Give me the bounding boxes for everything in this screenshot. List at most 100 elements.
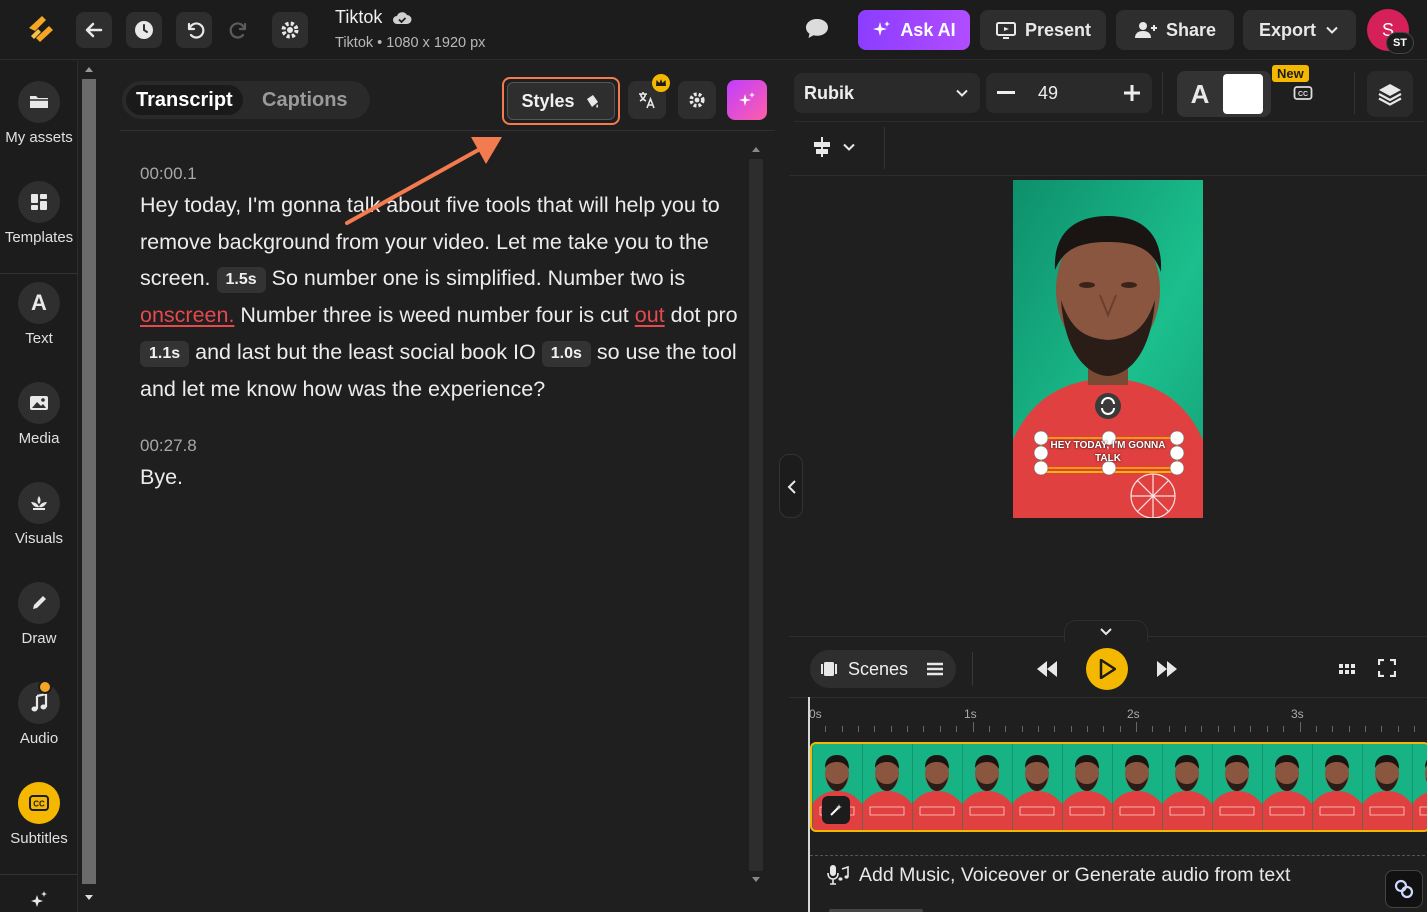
ruler-tick	[1201, 726, 1203, 732]
caption-line: TALK	[1095, 453, 1121, 464]
play-button[interactable]	[1086, 648, 1128, 690]
redo-button[interactable]	[222, 12, 258, 48]
export-button[interactable]: Export	[1243, 10, 1356, 50]
sidebar-item-audio[interactable]: Audio	[0, 662, 78, 762]
font-size-stepper[interactable]: 49	[986, 73, 1152, 113]
pause-badge[interactable]: 1.5s	[216, 267, 266, 294]
layers-button[interactable]	[1367, 71, 1413, 117]
sidebar-item-draw[interactable]: Draw	[0, 562, 78, 662]
time-ruler[interactable]: 0s 1s 2s 3s	[807, 697, 1427, 737]
chevron-down-icon	[1324, 22, 1340, 38]
collapse-panel-button[interactable]	[779, 454, 803, 518]
increase-size-button[interactable]	[1112, 84, 1152, 102]
ruler-tick	[1283, 726, 1285, 732]
sidebar-item-subtitles[interactable]: CC Subtitles	[0, 762, 78, 862]
sidebar-item-text[interactable]: A Text	[0, 262, 78, 362]
app-logo[interactable]	[26, 14, 56, 46]
transcript-scrollbar[interactable]	[746, 141, 766, 891]
microphone-music-icon	[827, 863, 849, 887]
sparkle-icon[interactable]	[28, 889, 50, 911]
grid-view-button[interactable]	[1338, 661, 1356, 677]
present-button[interactable]: Present	[980, 10, 1106, 50]
scrollbar-thumb[interactable]	[749, 159, 763, 871]
add-audio-track[interactable]: Add Music, Voiceover or Generate audio f…	[827, 863, 1290, 887]
transcript-text[interactable]: So number one is simplified. Number two …	[272, 266, 685, 290]
caption-style-button[interactable]: CC	[1293, 85, 1313, 101]
video-track[interactable]	[810, 742, 1427, 832]
video-preview[interactable]: HEY TODAY, I'M GONNA TALK	[1013, 180, 1203, 518]
transcript-text[interactable]: dot pro	[671, 303, 738, 327]
tab-captions[interactable]: Captions	[262, 85, 348, 115]
decrease-size-button[interactable]	[986, 91, 1026, 95]
project-title[interactable]: Tiktok	[335, 7, 382, 28]
ruler-tick	[907, 726, 909, 732]
redo-icon	[229, 19, 251, 41]
ask-ai-button[interactable]: Ask AI	[858, 10, 970, 50]
scroll-up-icon[interactable]	[751, 145, 761, 153]
pause-badge[interactable]: 1.0s	[541, 340, 591, 367]
present-icon	[995, 20, 1017, 40]
clip-effects-button[interactable]	[822, 796, 850, 824]
scroll-down-icon[interactable]	[751, 876, 761, 884]
scroll-down-icon[interactable]	[84, 894, 94, 902]
project-title-row[interactable]: Tiktok	[335, 7, 412, 28]
list-icon[interactable]	[926, 661, 944, 677]
fullscreen-button[interactable]	[1378, 659, 1396, 677]
text-color-swatch[interactable]	[1223, 74, 1263, 114]
ai-magic-button[interactable]	[727, 80, 767, 120]
sidebar-item-media[interactable]: Media	[0, 362, 78, 462]
sidebar-item-templates[interactable]: Templates	[0, 161, 78, 261]
panel-settings-button[interactable]	[678, 81, 716, 119]
share-button[interactable]: Share	[1116, 10, 1234, 50]
video-thumbnail	[1162, 744, 1212, 830]
share-label: Share	[1165, 19, 1217, 40]
undo-button[interactable]	[176, 12, 212, 48]
font-size-input[interactable]: 49	[1026, 83, 1112, 104]
font-select[interactable]: Rubik	[794, 73, 980, 113]
sidebar-scrollbar[interactable]	[80, 61, 98, 912]
scrollbar-thumb[interactable]	[82, 79, 96, 884]
sidebar-item-my-assets[interactable]: My assets	[0, 61, 78, 161]
styles-button[interactable]: Styles	[507, 82, 615, 120]
back-button[interactable]	[76, 12, 112, 48]
ruler-tick	[1119, 726, 1121, 732]
timestamp[interactable]: 00:27.8	[140, 433, 740, 459]
scroll-up-icon[interactable]	[84, 65, 94, 73]
flagged-word[interactable]: out	[635, 303, 665, 327]
ruler-tick	[1315, 726, 1317, 732]
ruler-tick	[1136, 722, 1137, 732]
help-button[interactable]	[1385, 870, 1423, 908]
fast-forward-button[interactable]	[1155, 659, 1179, 679]
ruler-tick	[1217, 726, 1219, 732]
transcript-text[interactable]: Number three is weed number four is cut	[240, 303, 628, 327]
timeline-scrollbar[interactable]	[809, 907, 1427, 912]
ruler-tick	[858, 726, 860, 732]
scenes-label: Scenes	[848, 658, 909, 679]
pause-badge[interactable]: 1.1s	[140, 340, 190, 367]
scenes-toggle[interactable]: Scenes	[810, 650, 956, 688]
ruler-tick	[1037, 726, 1039, 732]
timeline-toggle[interactable]	[1064, 620, 1148, 642]
caption-overlay[interactable]: HEY TODAY, I'M GONNA TALK	[1033, 439, 1183, 465]
video-thumbnail	[1412, 744, 1427, 830]
video-thumbnail	[1262, 744, 1312, 830]
tab-transcript[interactable]: Transcript	[126, 85, 243, 115]
video-thumbnail	[1312, 744, 1362, 830]
video-thumbnail	[1362, 744, 1412, 830]
toolbar-divider	[1162, 72, 1163, 114]
comments-button[interactable]	[804, 16, 830, 42]
ruler-tick	[1397, 726, 1399, 732]
transcript-paragraph[interactable]: Bye.	[140, 459, 740, 496]
history-button[interactable]	[126, 12, 162, 48]
transcript-text[interactable]: and last but the least social book IO	[195, 340, 536, 364]
align-dropdown[interactable]	[811, 135, 857, 159]
flagged-word[interactable]: onscreen.	[140, 303, 234, 327]
text-style-button[interactable]: A	[1177, 79, 1223, 110]
rewind-button[interactable]	[1035, 659, 1059, 679]
text-color-group: A	[1177, 71, 1271, 117]
ruler-tick	[1168, 726, 1170, 732]
settings-button[interactable]	[272, 12, 308, 48]
video-thumbnail	[912, 744, 962, 830]
sidebar-item-visuals[interactable]: Visuals	[0, 462, 78, 562]
present-label: Present	[1024, 19, 1092, 40]
